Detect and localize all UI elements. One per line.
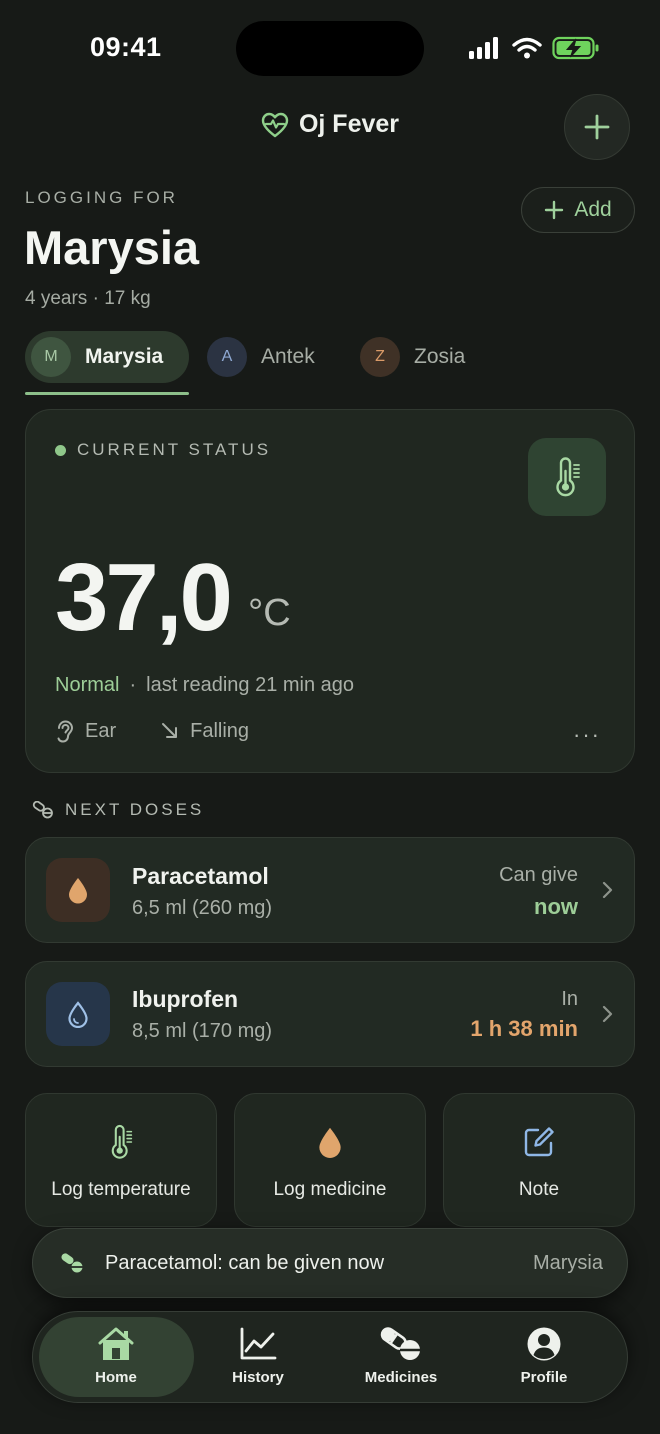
thermometer-icon	[111, 1124, 133, 1159]
tab-label: Medicines	[364, 1369, 438, 1386]
tab-label: History	[232, 1369, 284, 1386]
tab-history[interactable]: History	[198, 1326, 318, 1386]
wifi-icon	[512, 37, 542, 59]
reading-trend: Falling	[190, 719, 250, 742]
temperature-value: 37,0	[55, 544, 233, 651]
drop-outline-icon	[68, 1001, 88, 1028]
dose-name: Ibuprofen	[132, 986, 239, 1012]
last-reading: last reading 21 min ago	[146, 674, 355, 696]
dose-amount: 6,5 ml (260 mg)	[132, 897, 273, 919]
tab-profile[interactable]: Profile	[484, 1326, 604, 1386]
thermometer-icon	[556, 457, 580, 497]
toast-message: Paracetamol: can be given now	[105, 1251, 385, 1274]
status-time: 09:41	[90, 32, 162, 62]
current-status-label: CURRENT STATUS	[55, 440, 271, 460]
plus-icon	[584, 114, 610, 140]
logging-for-label: LOGGING FOR	[25, 188, 178, 207]
edit-icon	[524, 1127, 554, 1157]
avatar: A	[207, 337, 247, 377]
medicine-icon-box	[46, 982, 110, 1046]
log-temperature-button[interactable]: Log temperature	[25, 1093, 217, 1227]
tab-home[interactable]: Home	[56, 1326, 176, 1386]
child-tab-label: Zosia	[414, 345, 466, 368]
home-icon	[98, 1327, 134, 1360]
status-line: Normal · last reading 21 min ago	[55, 674, 354, 697]
child-tab-label: Marysia	[85, 345, 164, 368]
chevron-right-icon	[602, 1005, 613, 1023]
profile-icon	[527, 1327, 561, 1361]
log-medicine-button[interactable]: Log medicine	[234, 1093, 426, 1227]
active-tab-indicator	[25, 392, 189, 395]
child-name: Marysia	[24, 221, 200, 274]
note-button[interactable]: Note	[443, 1093, 635, 1227]
dose-card-ibuprofen[interactable]	[25, 961, 635, 1067]
ear-icon	[57, 720, 74, 743]
tab-label: Profile	[520, 1369, 568, 1386]
status-dot	[55, 444, 66, 456]
child-meta: 4 years · 17 kg	[25, 288, 151, 309]
avatar: Z	[360, 337, 400, 377]
next-doses-text: NEXT DOSES	[65, 800, 205, 819]
drop-icon	[69, 878, 87, 904]
child-tab-antek[interactable]: A Antek	[207, 331, 315, 383]
pills-icon	[61, 1253, 83, 1273]
new-entry-button[interactable]	[564, 94, 630, 160]
battery-charging-icon	[552, 36, 599, 60]
reading-method: Ear	[85, 719, 117, 742]
pills-icon	[380, 1327, 420, 1360]
more-options-icon[interactable]: ···	[573, 722, 601, 748]
cellular-signal-icon	[469, 37, 498, 59]
app-title: Oj Fever	[0, 110, 660, 139]
action-label: Log medicine	[273, 1179, 387, 1200]
dose-amount: 8,5 ml (170 mg)	[132, 1020, 273, 1042]
dose-name: Paracetamol	[132, 863, 269, 889]
tab-label: Home	[95, 1369, 137, 1386]
dose-card-paracetamol[interactable]	[25, 837, 635, 943]
next-doses-label: NEXT DOSES	[32, 800, 204, 820]
dynamic-island	[236, 21, 424, 76]
temperature-icon-button[interactable]	[528, 438, 606, 516]
reading-meta: Ear Falling	[55, 719, 249, 743]
dose-when-value: 1 h 38 min	[470, 1016, 578, 1041]
dose-when-label: In	[561, 988, 578, 1010]
pills-icon	[32, 801, 53, 819]
action-label: Log temperature	[51, 1179, 191, 1200]
app-name: Oj Fever	[298, 110, 400, 138]
toast-child: Marysia	[532, 1251, 603, 1274]
status-icons	[468, 36, 600, 60]
add-child-button[interactable]: Add	[521, 187, 635, 233]
avatar: M	[31, 337, 71, 377]
action-label: Note	[518, 1179, 560, 1200]
drop-icon	[319, 1127, 341, 1158]
child-tab-marysia[interactable]: M Marysia	[25, 331, 189, 383]
child-tab-label: Antek	[261, 345, 315, 368]
tab-medicines[interactable]: Medicines	[341, 1326, 461, 1386]
dose-when-label: Can give	[499, 864, 578, 886]
temperature-unit: °C	[248, 592, 291, 634]
fever-state: Normal	[55, 674, 120, 696]
add-child-label: Add	[574, 198, 612, 221]
chevron-right-icon	[602, 881, 613, 899]
medicine-icon-box	[46, 858, 110, 922]
chart-icon	[240, 1327, 277, 1360]
separator: ·	[129, 674, 137, 696]
current-status-text: CURRENT STATUS	[77, 440, 272, 459]
heart-pulse-icon	[261, 112, 289, 137]
toast-notification[interactable]: Paracetamol: can be given now Marysia	[32, 1228, 628, 1298]
dose-when-value: now	[534, 894, 578, 919]
plus-icon	[545, 200, 564, 220]
child-tab-zosia[interactable]: Z Zosia	[360, 331, 465, 383]
trend-down-icon	[162, 723, 178, 738]
